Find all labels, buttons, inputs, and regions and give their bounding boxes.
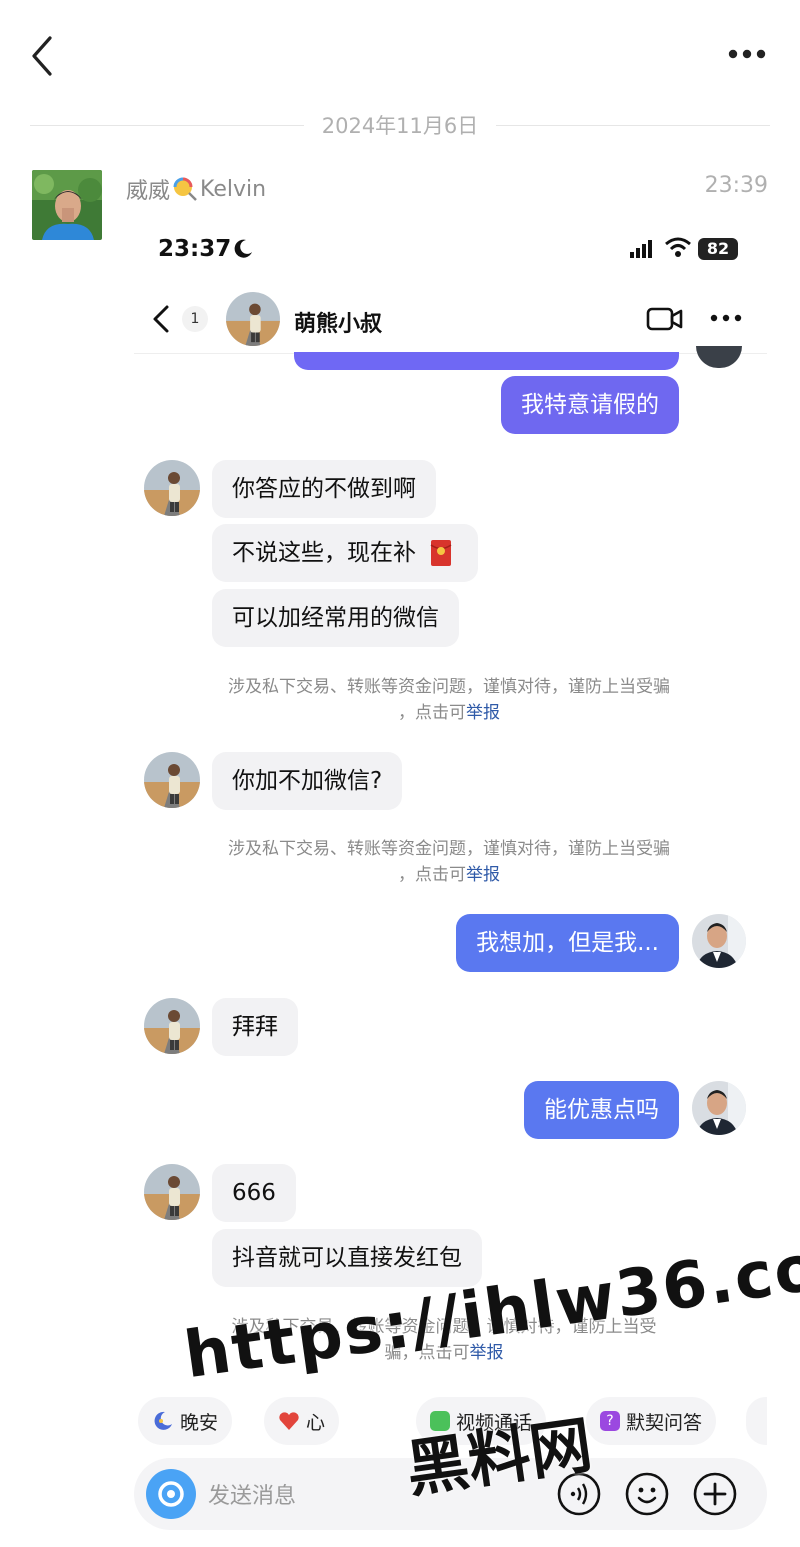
date-label: 2024年11月6日 <box>321 114 479 138</box>
outgoing-message-bubble[interactable]: 我特意请假的 <box>501 376 679 434</box>
self-avatar-partial <box>696 346 742 368</box>
outgoing-message-bubble[interactable]: 能优惠点吗 <box>524 1081 679 1139</box>
outgoing-message-bubble[interactable]: 我想加，但是我... <box>456 914 679 972</box>
unread-count-badge: 1 <box>182 306 208 332</box>
safety-notice: 涉及私下交易、转账等资金问题，谨慎对待，谨防上当受骗 ，点击可举报 <box>174 836 724 888</box>
incoming-message-bubble[interactable]: 不说这些，现在补 <box>212 524 478 582</box>
safety-notice-line: ，点击可举报 <box>174 862 724 888</box>
video-call-icon[interactable] <box>646 306 684 332</box>
safety-notice-line: ，点击可举报 <box>174 700 724 726</box>
sender-name-text: 威威 <box>126 179 171 204</box>
cellular-signal-icon <box>630 240 652 258</box>
red-envelope-icon <box>430 540 452 566</box>
question-icon: ? <box>600 1411 620 1431</box>
contact-message-avatar[interactable] <box>144 460 200 516</box>
contact-name: 萌熊小叔 <box>294 312 383 337</box>
chat-header: 1 萌熊小叔 <box>134 282 767 354</box>
safety-notice: 涉及私下交易、转账等资金问题，谨慎对待，谨防上当受骗 ，点击可举报 <box>174 674 724 726</box>
safety-notice-line: 涉及私下交易、转账等资金问题，谨慎对待，谨防上当受骗 <box>228 839 670 859</box>
message-input[interactable]: 发送消息 <box>208 1478 296 1510</box>
lollipop-icon <box>173 177 197 201</box>
quick-action-heart[interactable]: 心 <box>264 1397 340 1445</box>
moon-icon <box>234 239 252 258</box>
more-options-icon[interactable] <box>728 48 766 60</box>
sender-name-suffix: Kelvin <box>200 176 267 202</box>
message-time: 23:39 <box>704 173 768 198</box>
quick-action-label: 默契问答 <box>626 1411 703 1434</box>
contact-message-avatar[interactable] <box>144 1164 200 1220</box>
safety-notice-text: ，点击可 <box>398 865 466 885</box>
incoming-message-bubble[interactable]: 拜拜 <box>212 998 298 1056</box>
report-link[interactable]: 举报 <box>466 865 500 885</box>
incoming-message-bubble[interactable]: 可以加经常用的微信 <box>212 589 459 647</box>
safety-notice-text: ，点击可 <box>398 703 466 723</box>
quick-action-more[interactable] <box>746 1397 767 1445</box>
safety-notice-line: 涉及私下交易、转账等资金问题，谨慎对待，谨防上当受骗 <box>228 677 670 697</box>
partial-message-bubble <box>294 352 679 370</box>
chat-back-icon[interactable] <box>150 304 172 334</box>
self-message-avatar[interactable] <box>692 914 746 968</box>
incoming-message-bubble[interactable]: 你加不加微信? <box>212 752 403 810</box>
incoming-message-bubble[interactable]: 抖音就可以直接发红包 <box>212 1229 482 1287</box>
back-arrow-icon[interactable] <box>26 34 60 78</box>
moon-emoji-icon <box>154 1411 172 1430</box>
status-bar-time: 23:37 <box>158 236 232 262</box>
quick-action-goodnight[interactable]: 晚安 <box>138 1397 233 1445</box>
sender-avatar[interactable] <box>32 170 102 240</box>
sender-name: 威威 Kelvin <box>126 173 266 205</box>
battery-indicator: 82 <box>698 238 738 260</box>
wifi-icon <box>665 237 691 257</box>
quick-action-label: 心 <box>306 1411 326 1434</box>
quick-action-label: 晚安 <box>180 1411 219 1434</box>
report-link[interactable]: 举报 <box>466 703 500 723</box>
self-message-avatar[interactable] <box>692 1081 746 1135</box>
chat-more-icon[interactable] <box>710 314 742 322</box>
chat-record-page: 2024年11月6日 威威 Kelvin 23:39 23:37 82 1 萌熊… <box>0 0 800 1547</box>
camera-icon <box>158 1481 184 1507</box>
plus-icon[interactable] <box>692 1471 738 1517</box>
emoji-icon[interactable] <box>624 1471 670 1517</box>
quick-action-quiz[interactable]: ? 默契问答 <box>586 1397 717 1445</box>
message-text: 不说这些，现在补 <box>232 540 416 566</box>
date-divider: 2024年11月6日 <box>30 108 770 142</box>
contact-message-avatar[interactable] <box>144 998 200 1054</box>
incoming-message-bubble[interactable]: 666 <box>212 1164 296 1222</box>
contact-message-avatar[interactable] <box>144 752 200 808</box>
heart-icon <box>279 1412 299 1430</box>
incoming-message-bubble[interactable]: 你答应的不做到啊 <box>212 460 436 518</box>
contact-avatar[interactable] <box>226 292 280 346</box>
camera-button[interactable] <box>146 1469 196 1519</box>
